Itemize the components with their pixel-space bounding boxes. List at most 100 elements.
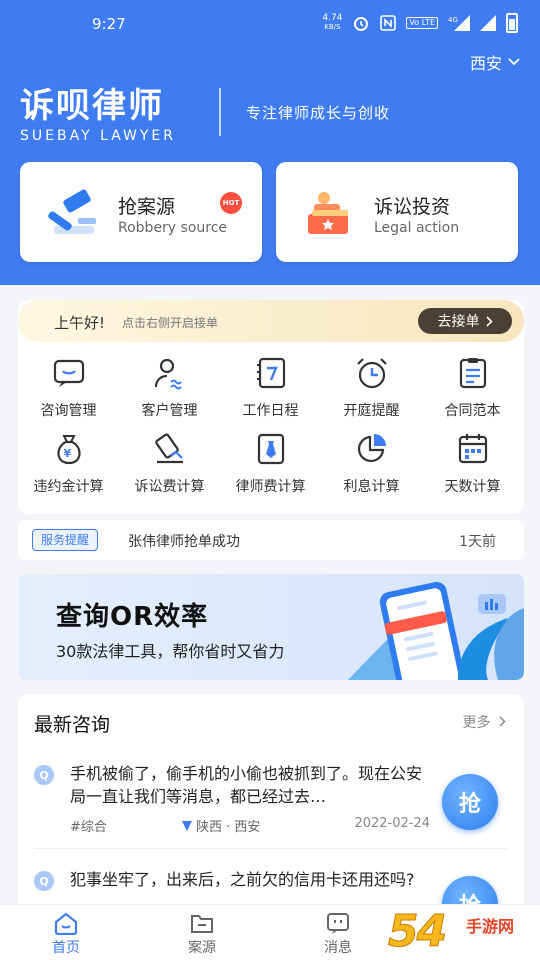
card-subtitle: Robbery source [118, 220, 228, 236]
pie-icon [355, 432, 389, 466]
more-link[interactable]: 更多 [463, 712, 506, 732]
tool-label: 天数计算 [444, 479, 501, 495]
notice-message: 张伟律师抢单成功 [128, 534, 240, 550]
question-badge: Q [34, 765, 54, 785]
consult-text: 犯事坐牢了，出来后，之前欠的信用卡还用还吗? [70, 870, 415, 889]
consult-date: 2022-02-24 [354, 816, 430, 831]
battery-icon [506, 13, 518, 33]
tab-label: 首页 [52, 940, 80, 956]
tool-label: 咨询管理 [40, 403, 97, 419]
tab-cases[interactable]: 案源 [162, 911, 242, 957]
tool-lawyer-fee-calc[interactable]: 律师费计算 [220, 428, 321, 498]
site-watermark: 54 手游网 [387, 902, 538, 960]
tool-label: 工作日程 [242, 403, 299, 419]
location-icon [182, 821, 192, 831]
client-icon [153, 356, 187, 390]
tool-contract-template[interactable]: 合同范本 [422, 352, 523, 422]
tool-label: 开庭提醒 [343, 403, 400, 419]
tool-court-reminder[interactable]: 开庭提醒 [321, 352, 422, 422]
phone-illustration [348, 581, 524, 680]
tie-icon [254, 432, 288, 466]
city-label: 西安 [469, 54, 502, 73]
section-title: 最新咨询 [34, 714, 111, 736]
notice-tag: 服务提醒 [32, 529, 99, 551]
gavel-icon [46, 188, 102, 238]
notice-time: 1天前 [459, 534, 496, 550]
tool-label: 客户管理 [141, 403, 198, 419]
signal-4g-icon: 4G [448, 15, 470, 31]
watermark-text: 手游网 [466, 917, 515, 936]
tool-label: 诉讼费计算 [134, 479, 205, 495]
logo-cn: 诉呗律师 [20, 86, 164, 126]
tool-litigation-fee-calc[interactable]: 诉讼费计算 [119, 428, 220, 498]
banner-subtitle: 30款法律工具，帮你省时又省力 [56, 642, 285, 661]
tool-label: 合同范本 [444, 403, 501, 419]
chevron-right-icon [499, 716, 506, 727]
contract-icon [456, 356, 490, 390]
status-time: 9:27 [92, 15, 126, 33]
chevron-right-icon [485, 315, 493, 327]
hot-badge: HOT [220, 192, 242, 214]
more-label: 更多 [462, 715, 491, 731]
grab-button[interactable]: 抢 [442, 774, 498, 830]
wifi-signal-icon [480, 15, 496, 31]
tool-interest-calc[interactable]: 利息计算 [321, 428, 422, 498]
banner-title: 查询OR效率 [56, 602, 209, 632]
promo-banner[interactable]: 查询OR效率 30款法律工具，帮你省时又省力 [18, 574, 524, 680]
status-icons: 4.74 KB/S Vo LTE 4G [322, 13, 518, 33]
tool-consult-management[interactable]: 咨询管理 [18, 352, 119, 422]
folder-icon [189, 911, 215, 935]
home-icon [53, 911, 79, 936]
question-badge: Q [34, 871, 54, 891]
money-bag-icon: ¥ [52, 432, 86, 466]
accept-orders-label: 去接单 [437, 314, 480, 330]
tab-label: 消息 [324, 940, 352, 956]
message-icon [325, 911, 351, 935]
tool-work-schedule[interactable]: 工作日程 [220, 352, 321, 422]
card-title: 诉讼投资 [374, 196, 451, 218]
alarm-status-icon [352, 14, 370, 32]
tab-label: 案源 [188, 940, 216, 956]
card-subtitle: Legal action [374, 220, 460, 236]
tool-label: 律师费计算 [235, 479, 306, 495]
tool-days-calc[interactable]: 天数计算 [422, 428, 523, 498]
calendar-icon [254, 356, 288, 390]
days-calendar-icon [456, 432, 490, 466]
latest-consult-section: 最新咨询 更多 Q 手机被偷了，偷手机的小偷也被抓到了。现在公安局一直让我们等消… [18, 694, 524, 932]
chevron-down-icon [508, 58, 520, 66]
nfc-icon [380, 15, 397, 31]
accept-orders-button[interactable]: 去接单 [418, 308, 512, 334]
slogan: 专注律师成长与创收 [246, 104, 391, 122]
volte-icon: Vo LTE [406, 17, 438, 29]
tab-home[interactable]: 首页 [26, 911, 106, 957]
consult-tag: #综合 [70, 820, 107, 835]
tool-label: 违约金计算 [33, 479, 104, 495]
logo-en: SUEBAY LAWYER [20, 128, 176, 144]
greeting-bar: 上午好! 点击右侧开启接单 去接单 [18, 300, 524, 342]
tool-penalty-calc[interactable]: ¥ 违约金计算 [18, 428, 119, 498]
consult-text: 手机被偷了，偷手机的小偷也被抓到了。现在公安局一直让我们等消息，都已经过去… [70, 764, 423, 806]
fee-icon [153, 432, 187, 466]
svg-text:¥: ¥ [63, 447, 71, 460]
net-speed: 4.74 KB/S [322, 13, 343, 32]
card-legal-action[interactable]: 诉讼投资 Legal action [276, 162, 518, 262]
consult-location: 陕西 · 西安 [182, 816, 260, 835]
chat-icon [52, 356, 86, 390]
service-notice[interactable]: 服务提醒 张伟律师抢单成功 1天前 [18, 520, 524, 560]
tab-messages[interactable]: 消息 [298, 911, 378, 957]
card-robbery-source[interactable]: 抢案源 HOT Robbery source [20, 162, 262, 262]
watermark-digits: 54 [387, 906, 447, 958]
alarm-icon [355, 356, 389, 390]
card-title: 抢案源 [118, 196, 176, 218]
greeting-title: 上午好! [54, 314, 106, 332]
status-bar: 9:27 4.74 KB/S Vo LTE 4G [0, 0, 540, 48]
logo-divider [219, 88, 221, 136]
tool-client-management[interactable]: 客户管理 [119, 352, 220, 422]
app-logo: 诉呗律师 SUEBAY LAWYER [20, 86, 176, 144]
tool-label: 利息计算 [343, 479, 400, 495]
greeting-tip: 点击右侧开启接单 [122, 316, 219, 330]
svg-text:4G: 4G [448, 16, 458, 24]
divider [34, 848, 508, 849]
city-selector[interactable]: 西安 [470, 50, 520, 74]
investment-icon [302, 188, 358, 238]
